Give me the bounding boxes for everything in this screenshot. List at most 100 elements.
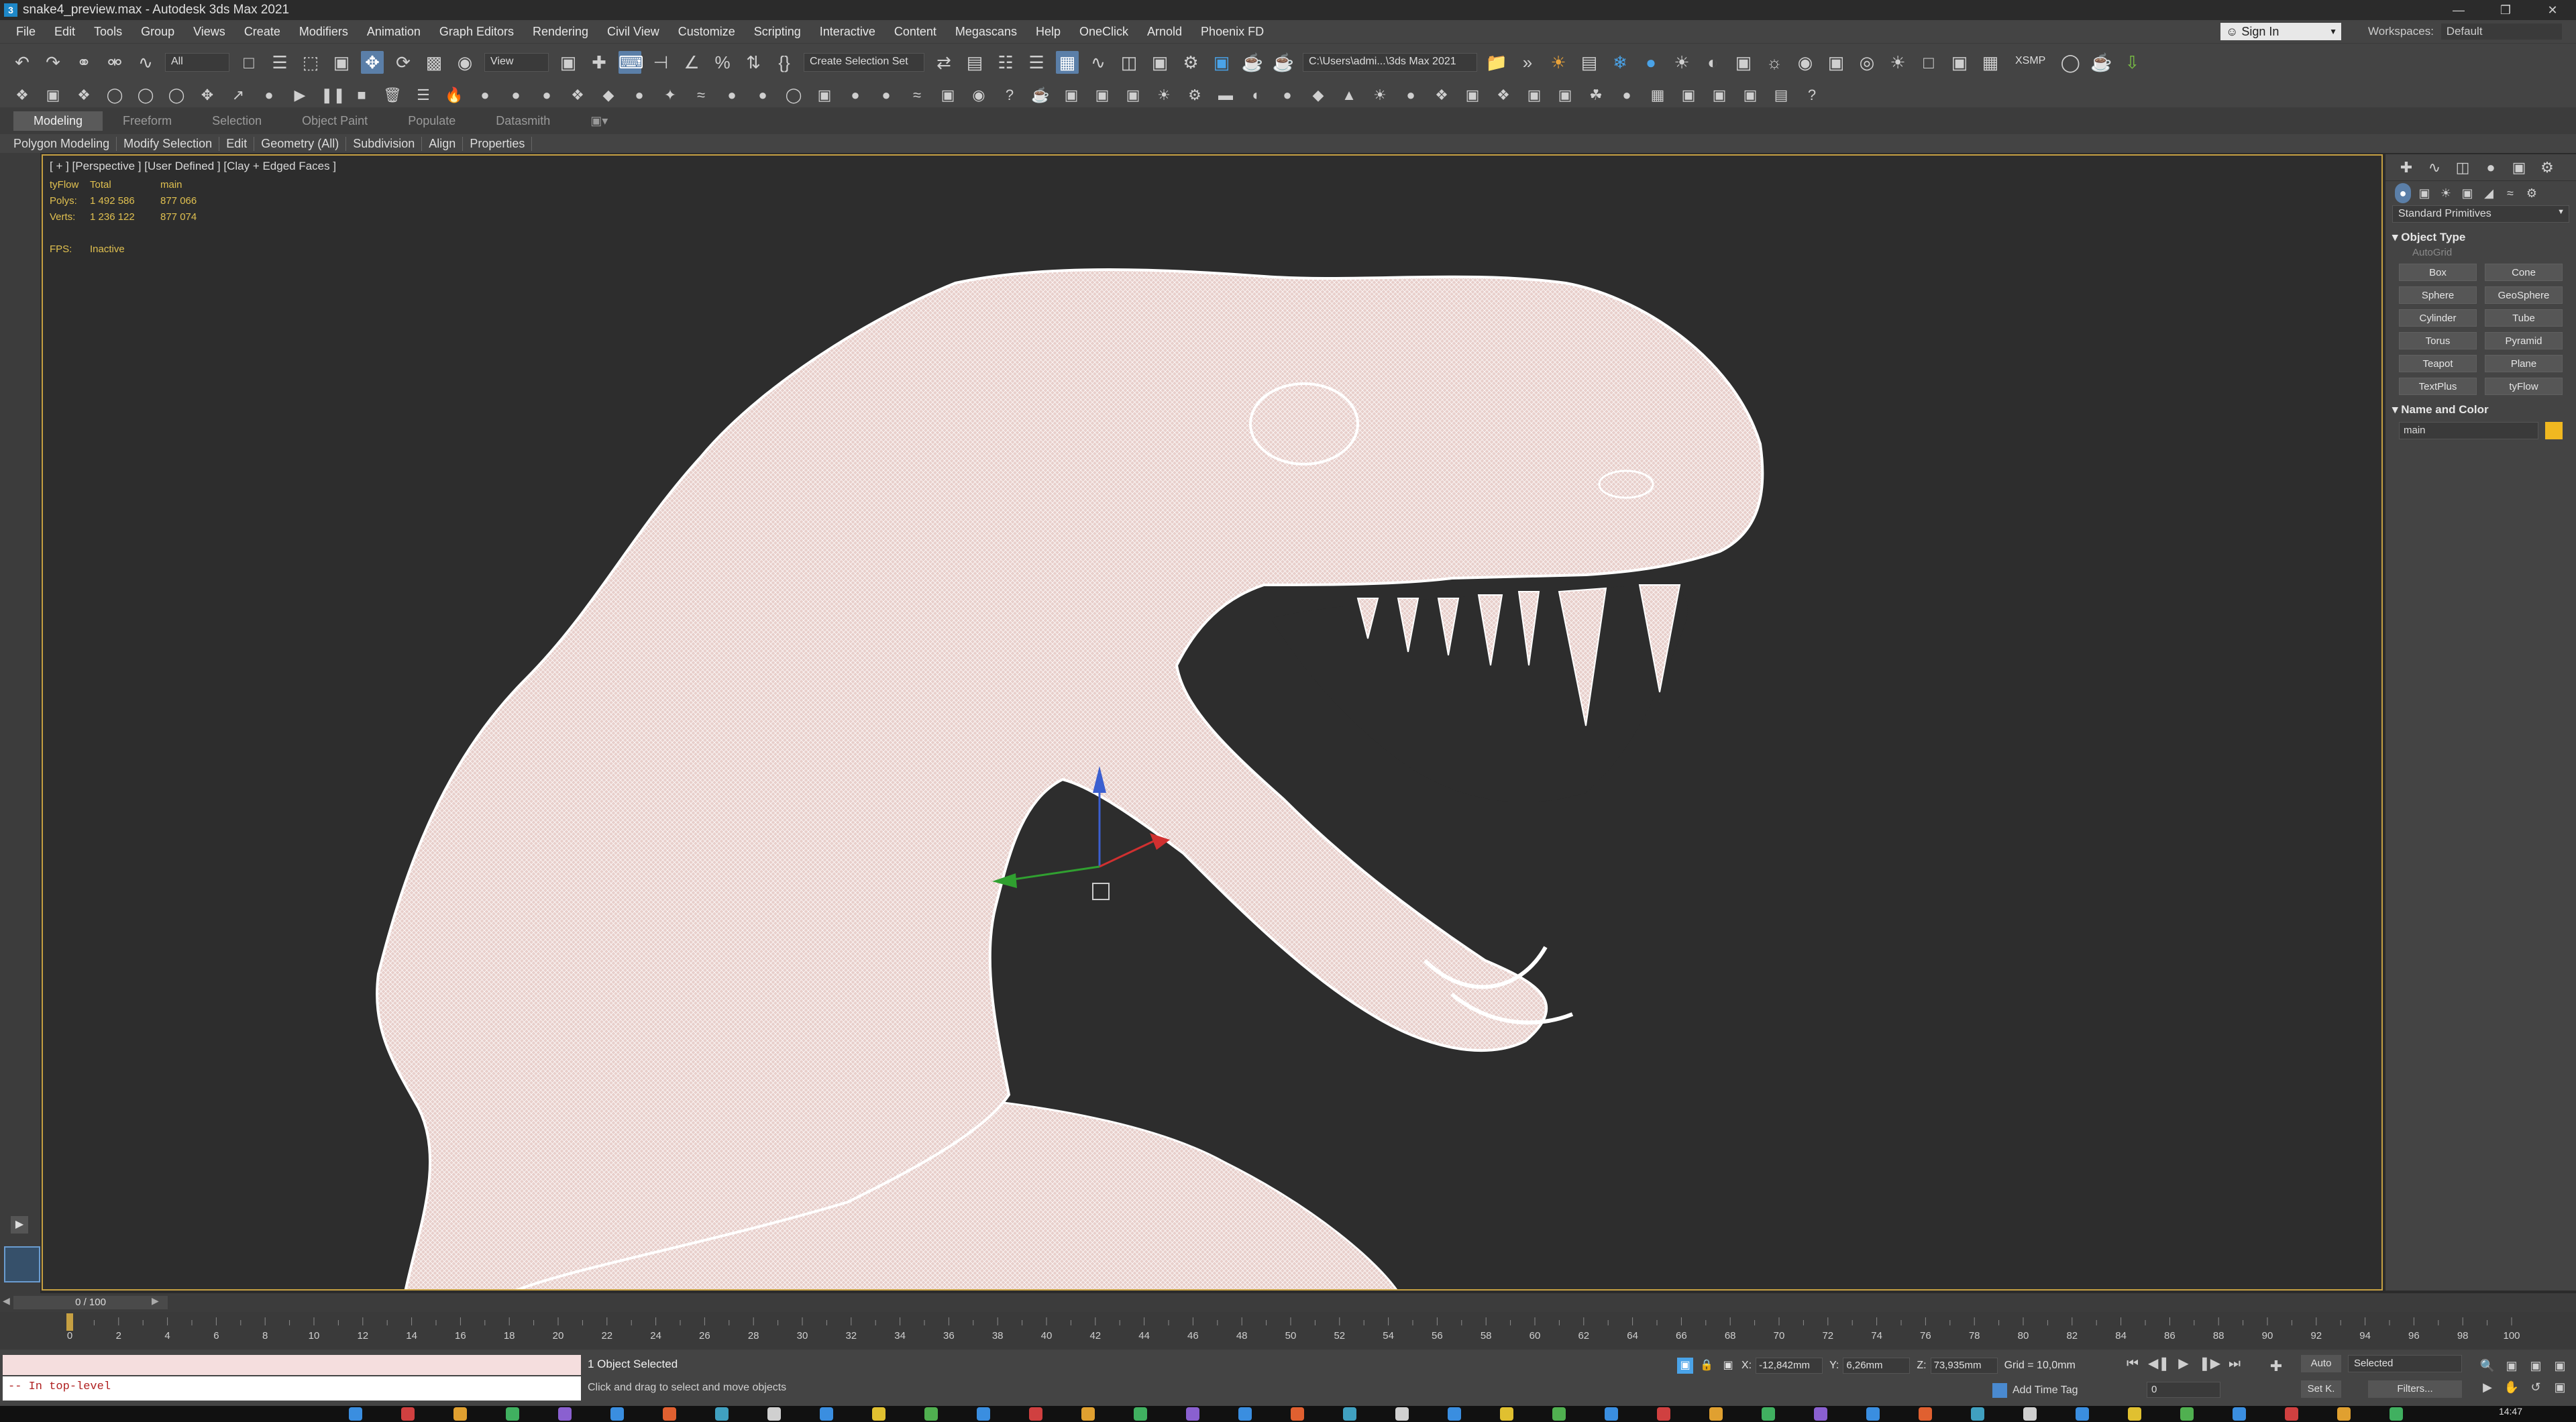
space-warp-icon[interactable]: ◯: [166, 85, 186, 105]
project-folder-dropdown[interactable]: C:\Users\admi...\3ds Max 2021: [1303, 53, 1477, 72]
pivot-center-icon[interactable]: ▣: [557, 51, 580, 74]
menu-arnold[interactable]: Arnold: [1138, 25, 1191, 39]
restore-icon[interactable]: ❐: [2482, 0, 2529, 20]
current-frame-field[interactable]: 0: [2147, 1382, 2220, 1398]
workspaces-value[interactable]: Default: [2440, 23, 2562, 40]
plane-button[interactable]: Plane: [2485, 355, 2563, 372]
layer-explorer-icon[interactable]: ☰: [1025, 51, 1048, 74]
key-filters-button[interactable]: Filters...: [2368, 1380, 2462, 1398]
lights-category-icon[interactable]: ☀: [2438, 183, 2454, 203]
object-color-swatch[interactable]: [2545, 422, 2563, 439]
previous-frame-icon[interactable]: ◀❚: [2148, 1354, 2169, 1374]
list-icon[interactable]: ☰: [413, 85, 433, 105]
taskbar-app-icon[interactable]: [767, 1407, 781, 1421]
bind-space-warp-icon[interactable]: ∿: [134, 51, 157, 74]
dome-icon[interactable]: ◐: [1701, 51, 1724, 74]
camera2-icon[interactable]: ▣: [1123, 85, 1143, 105]
taskbar-app-icon[interactable]: [349, 1407, 362, 1421]
taskbar-app-icon[interactable]: [1709, 1407, 1723, 1421]
taskbar-app-icon[interactable]: [663, 1407, 676, 1421]
mist-icon[interactable]: ●: [845, 85, 865, 105]
orb-icon[interactable]: ◯: [2059, 51, 2082, 74]
taskbar-app-icon[interactable]: [2023, 1407, 2037, 1421]
angle-snap-icon[interactable]: ∠: [680, 51, 703, 74]
download-icon[interactable]: ⇩: [2121, 51, 2143, 74]
zoom-extents-icon[interactable]: ▣: [2526, 1356, 2545, 1375]
tab-modeling[interactable]: Modeling: [13, 111, 103, 131]
splash-icon[interactable]: ●: [753, 85, 773, 105]
layout-icon[interactable]: ▤: [1771, 85, 1791, 105]
snake-mesh[interactable]: [43, 156, 2383, 1291]
prev-frame-icon[interactable]: ◀: [3, 1295, 10, 1307]
taskbar-app-icon[interactable]: [1343, 1407, 1356, 1421]
rendered-frame-window-icon[interactable]: ▣: [1210, 51, 1233, 74]
close-icon[interactable]: ✕: [2529, 0, 2576, 20]
simulation-icon[interactable]: ●: [537, 85, 557, 105]
reference-coordinate-dropdown[interactable]: View: [484, 53, 549, 72]
mesh-light-icon[interactable]: ◆: [1308, 85, 1328, 105]
decal-icon[interactable]: ▣: [1524, 85, 1544, 105]
select-and-rotate-icon[interactable]: ⟳: [392, 51, 415, 74]
cylinder-button[interactable]: Cylinder: [2399, 309, 2477, 327]
menu-megascans[interactable]: Megascans: [946, 25, 1026, 39]
panel-geometry-all[interactable]: Geometry (All): [254, 136, 347, 151]
panel-subdivision[interactable]: Subdivision: [346, 136, 423, 151]
wave-icon[interactable]: ≈: [907, 85, 927, 105]
tab-populate[interactable]: Populate: [388, 111, 476, 131]
toggle-ribbon-icon[interactable]: ▦: [1056, 51, 1079, 74]
scatter-icon[interactable]: ❖: [1432, 85, 1452, 105]
scene-explorer-icon[interactable]: ☷: [994, 51, 1017, 74]
scale-gizmo-icon[interactable]: ↗: [228, 85, 248, 105]
menu-rendering[interactable]: Rendering: [523, 25, 598, 39]
color-picker-icon[interactable]: ▦: [1648, 85, 1668, 105]
rectangular-selection-icon[interactable]: ⬚: [299, 51, 322, 74]
brush-icon[interactable]: ◉: [969, 85, 989, 105]
dome-light-icon[interactable]: ◐: [1246, 85, 1267, 105]
pan-icon[interactable]: ✋: [2502, 1378, 2521, 1397]
geosphere-button[interactable]: GeoSphere: [2485, 286, 2563, 304]
space-warps-category-icon[interactable]: ≈: [2502, 183, 2518, 203]
taskbar-app-icon[interactable]: [1186, 1407, 1199, 1421]
taskbar-app-icon[interactable]: [2076, 1407, 2089, 1421]
taskbar-app-icon[interactable]: [1500, 1407, 1513, 1421]
taskbar-app-icon[interactable]: [1134, 1407, 1147, 1421]
maxscript-listener-output[interactable]: -- In top-level: [3, 1376, 581, 1401]
plant-icon[interactable]: ☘: [1586, 85, 1606, 105]
taskbar-app-icon[interactable]: [1866, 1407, 1880, 1421]
undo-icon[interactable]: ↶: [11, 51, 34, 74]
menu-oneclick[interactable]: OneClick: [1070, 25, 1138, 39]
maxscript-listener-input[interactable]: [3, 1355, 581, 1375]
pyramid-button[interactable]: Pyramid: [2485, 332, 2563, 349]
isolate-selection-icon[interactable]: ▣: [1677, 1358, 1693, 1374]
taskbar-app-icon[interactable]: [1081, 1407, 1095, 1421]
minimize-icon[interactable]: —: [2435, 0, 2482, 20]
extras-icon[interactable]: ▣: [1678, 85, 1699, 105]
settings-icon[interactable]: ⚙: [1185, 85, 1205, 105]
taskbar-app-icon[interactable]: [1971, 1407, 1984, 1421]
taskbar-app-icon[interactable]: [1448, 1407, 1461, 1421]
foam-icon[interactable]: ●: [722, 85, 742, 105]
menu-civil-view[interactable]: Civil View: [598, 25, 669, 39]
taskbar-app-icon[interactable]: [1605, 1407, 1618, 1421]
workspaces-selector[interactable]: Workspaces: Default: [2368, 23, 2562, 40]
schematic-view-icon[interactable]: ◫: [1118, 51, 1140, 74]
taskbar-app-icon[interactable]: [2390, 1407, 2403, 1421]
mirror-icon[interactable]: ⇄: [932, 51, 955, 74]
taskbar-app-icon[interactable]: [453, 1407, 467, 1421]
percent-snap-icon[interactable]: %: [711, 51, 734, 74]
tab-freeform[interactable]: Freeform: [103, 111, 192, 131]
teapot2-icon[interactable]: ☕: [1030, 85, 1051, 105]
render-iterative-icon[interactable]: ☕: [1272, 51, 1295, 74]
object-type-rollout[interactable]: ▾ Object Type: [2392, 231, 2569, 244]
systems-category-icon[interactable]: ⚙: [2524, 183, 2540, 203]
add-time-tag[interactable]: Add Time Tag: [1992, 1383, 2078, 1398]
autogrid-checkbox[interactable]: AutoGrid: [2412, 247, 2576, 258]
menu-animation[interactable]: Animation: [358, 25, 430, 39]
perspective-viewport[interactable]: [ + ] [Perspective ] [User Defined ] [Cl…: [42, 154, 2383, 1291]
set-key-button[interactable]: Set K.: [2301, 1380, 2341, 1398]
sun-light-icon[interactable]: ☀: [1370, 85, 1390, 105]
particle-flow-icon[interactable]: ❄: [1609, 51, 1631, 74]
particle-icon[interactable]: ✦: [660, 85, 680, 105]
cone-light-icon[interactable]: ▲: [1339, 85, 1359, 105]
force-icon[interactable]: ●: [629, 85, 649, 105]
